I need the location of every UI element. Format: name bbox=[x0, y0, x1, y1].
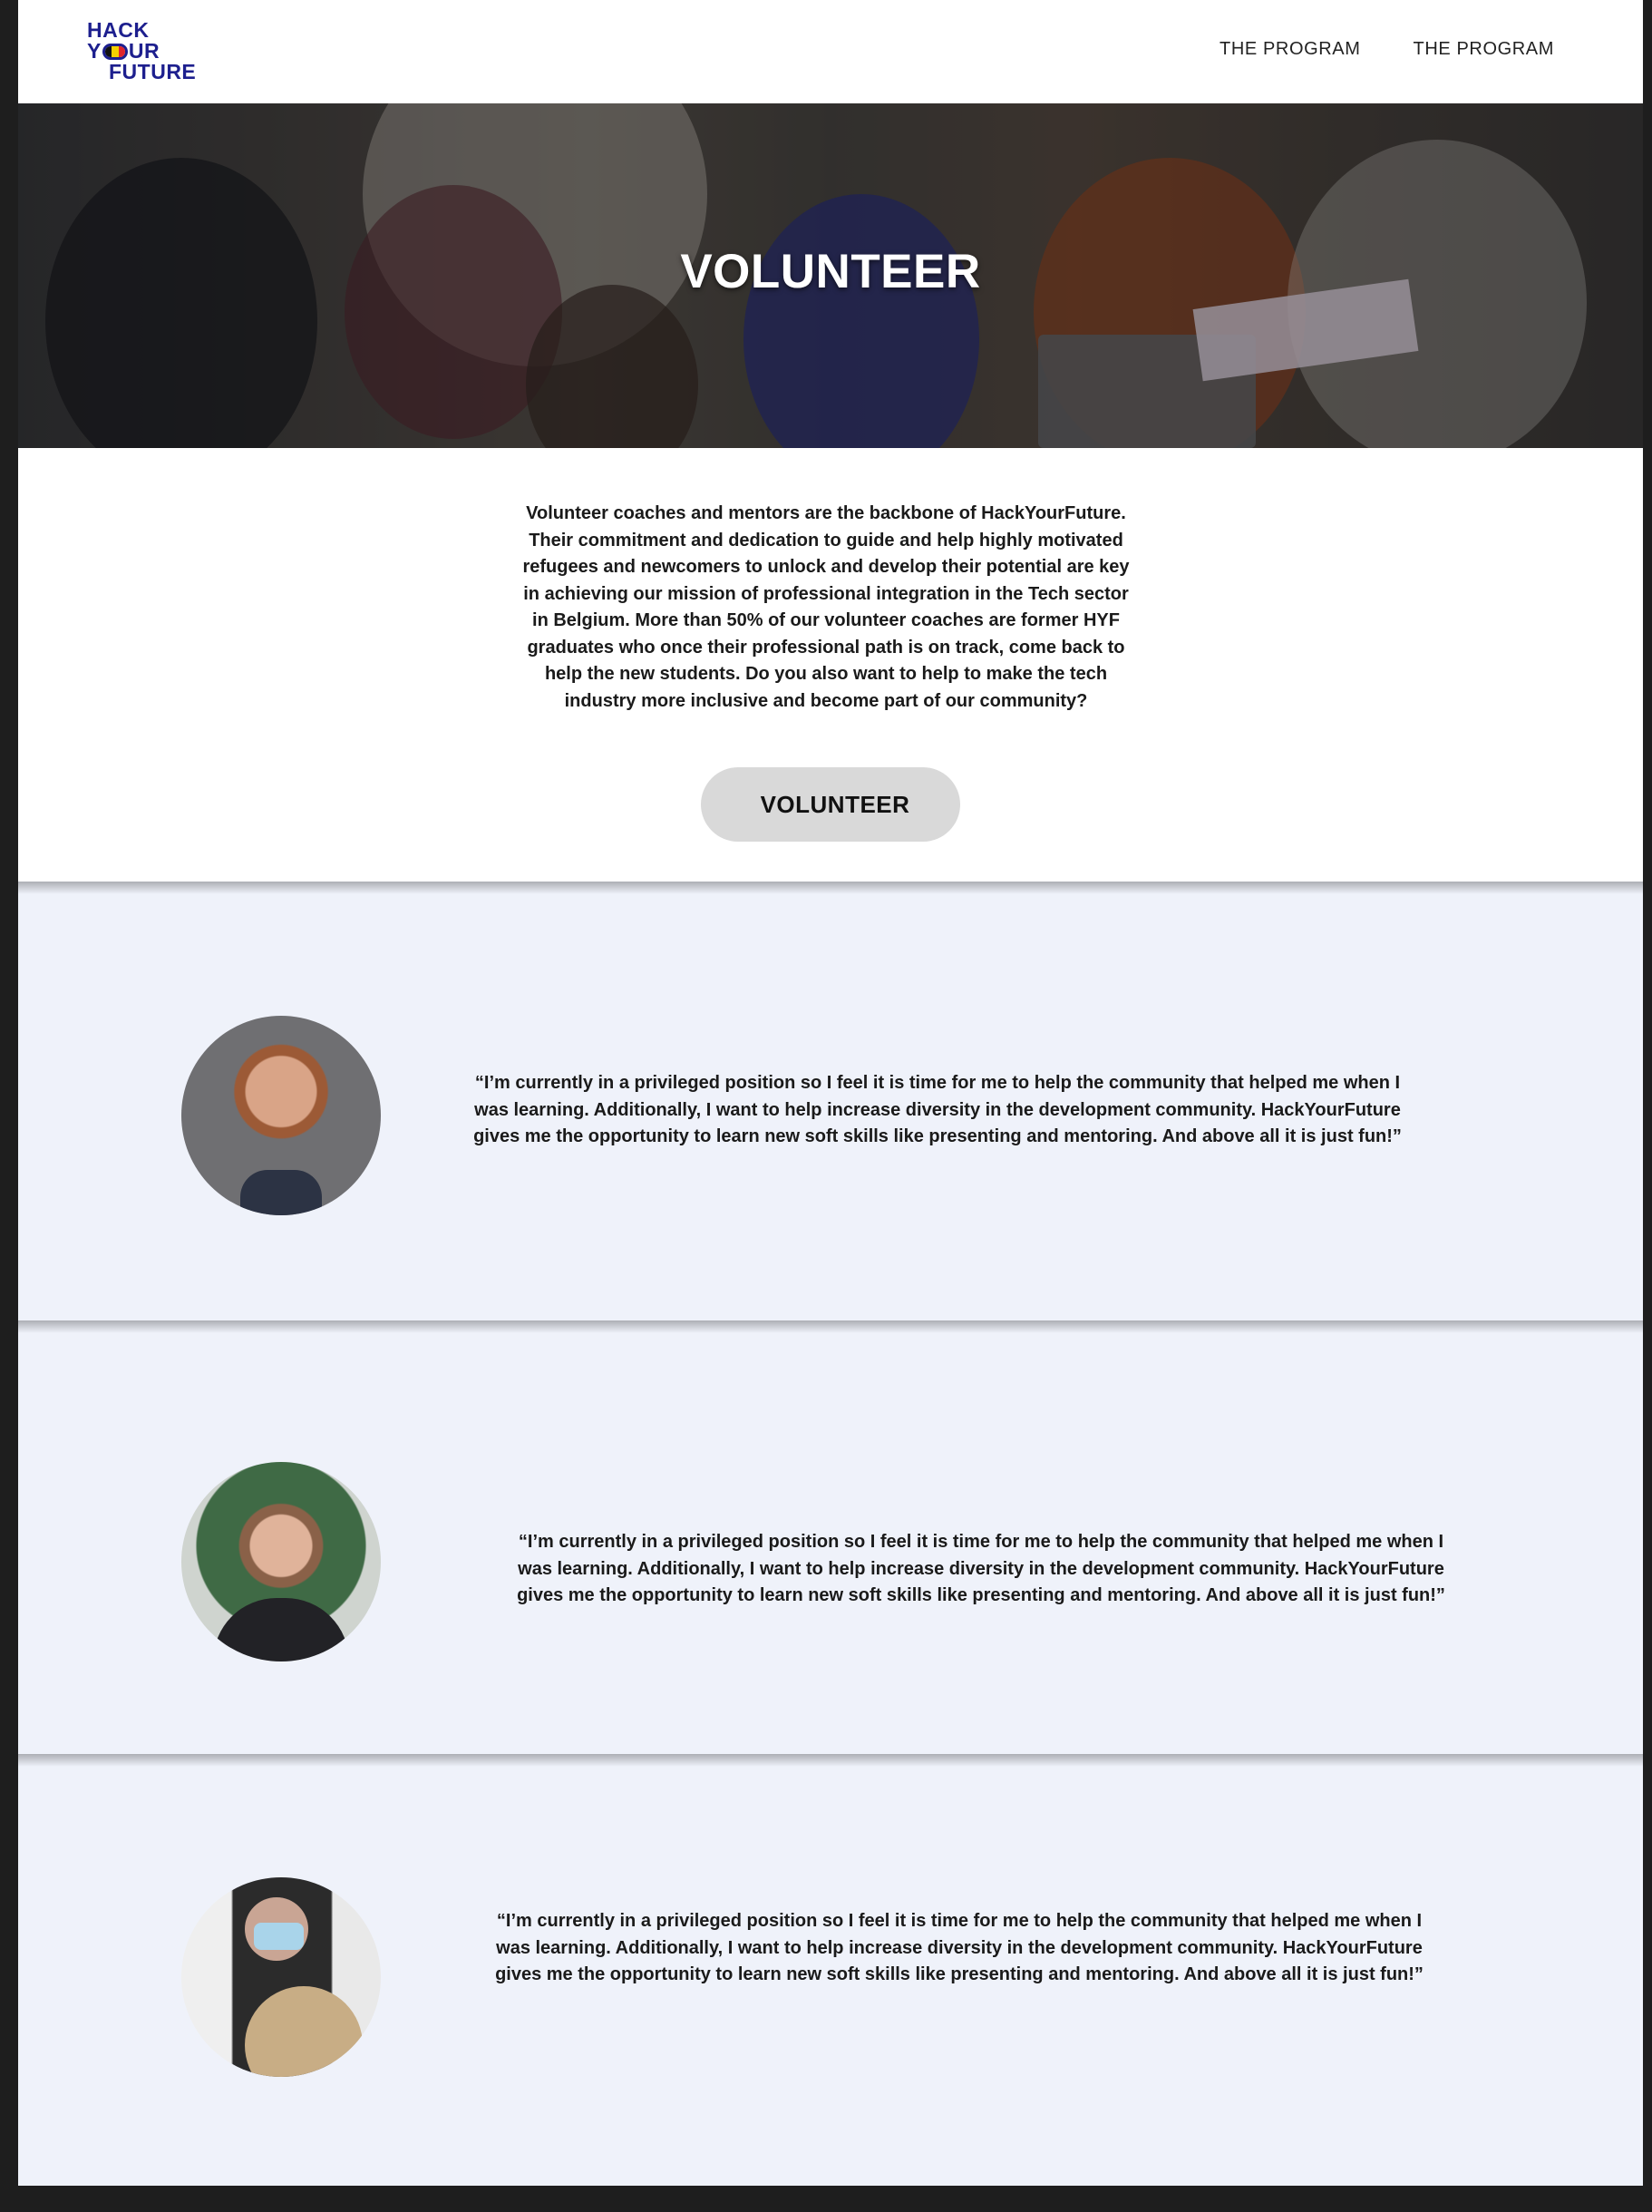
main-nav: THE PROGRAM THE PROGRAM bbox=[1220, 39, 1554, 60]
logo-letters-ur: UR bbox=[128, 39, 160, 63]
logo-letter-y: Y bbox=[87, 39, 102, 63]
nav-link-program-1[interactable]: THE PROGRAM bbox=[1220, 39, 1361, 60]
testimonial-quote-2: “I’m currently in a privileged position … bbox=[517, 1532, 1445, 1605]
page-title: VOLUNTEER bbox=[680, 245, 981, 298]
testimonial-quote-1: “I’m currently in a privileged position … bbox=[473, 1073, 1402, 1146]
testimonial-card-3: “I’m currently in a privileged position … bbox=[18, 1754, 1643, 2186]
volunteer-button-label: VOLUNTEER bbox=[760, 790, 910, 818]
volunteer-button[interactable]: VOLUNTEER bbox=[701, 767, 960, 842]
logo-line-your: Y UR bbox=[87, 41, 160, 62]
site-header: HACK Y UR FUTURE THE PROGRAM THE PROGRAM bbox=[18, 0, 1643, 103]
intro-paragraph: Volunteer coaches and mentors are the ba… bbox=[522, 503, 1130, 711]
hero-banner: VOLUNTEER bbox=[18, 103, 1643, 448]
testimonial-quote-3: “I’m currently in a privileged position … bbox=[495, 1911, 1424, 1984]
logo-line-future: FUTURE bbox=[109, 60, 197, 83]
volunteer-avatar-2 bbox=[181, 1462, 381, 1661]
page: HACK Y UR FUTURE THE PROGRAM THE PROGRAM bbox=[18, 0, 1643, 2186]
nav-link-program-2[interactable]: THE PROGRAM bbox=[1414, 39, 1555, 60]
belgian-flag-icon bbox=[102, 43, 128, 60]
volunteer-avatar-3 bbox=[181, 1877, 381, 2077]
hackyourfuture-logo[interactable]: HACK Y UR FUTURE bbox=[87, 20, 214, 83]
volunteer-avatar-1 bbox=[181, 1016, 381, 1215]
intro-section: Volunteer coaches and mentors are the ba… bbox=[18, 448, 1643, 882]
testimonial-card-1: “I’m currently in a privileged position … bbox=[18, 882, 1643, 1320]
logo-line-hack: HACK bbox=[87, 18, 150, 42]
testimonial-card-2: “I’m currently in a privileged position … bbox=[18, 1320, 1643, 1754]
